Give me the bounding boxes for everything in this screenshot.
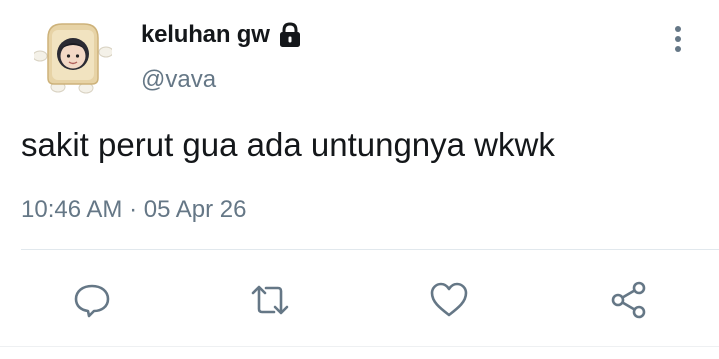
lock-icon bbox=[276, 21, 304, 49]
display-name[interactable]: keluhan gw bbox=[141, 21, 270, 49]
user-handle[interactable]: @vava bbox=[141, 66, 304, 94]
tweet-card: keluhan gw @vava sakit perut gua ada unt… bbox=[0, 0, 719, 359]
share-button[interactable] bbox=[607, 278, 651, 322]
retweet-icon bbox=[251, 285, 289, 315]
display-name-row: keluhan gw bbox=[141, 18, 304, 52]
tweet-time: 10:46 AM bbox=[21, 196, 123, 223]
retweet-button[interactable] bbox=[248, 278, 292, 322]
toast-avatar-icon bbox=[32, 23, 114, 94]
user-info: keluhan gw @vava bbox=[141, 18, 304, 94]
heart-icon bbox=[430, 282, 468, 317]
reply-icon bbox=[74, 284, 110, 318]
share-icon bbox=[611, 281, 646, 319]
tweet-text: sakit perut gua ada untungnya wkwk bbox=[21, 126, 555, 163]
tweet-timestamp[interactable]: 10:46 AM · 05 Apr 26 bbox=[21, 196, 247, 224]
like-button[interactable] bbox=[427, 278, 471, 322]
tweet-date: 05 Apr 26 bbox=[143, 196, 247, 223]
more-options-button[interactable] bbox=[666, 24, 690, 56]
avatar[interactable] bbox=[32, 18, 114, 94]
bottom-divider bbox=[0, 346, 719, 347]
divider bbox=[21, 249, 719, 250]
timestamp-separator: · bbox=[129, 196, 138, 223]
vertical-dots-icon bbox=[675, 26, 681, 52]
reply-button[interactable] bbox=[70, 278, 114, 322]
